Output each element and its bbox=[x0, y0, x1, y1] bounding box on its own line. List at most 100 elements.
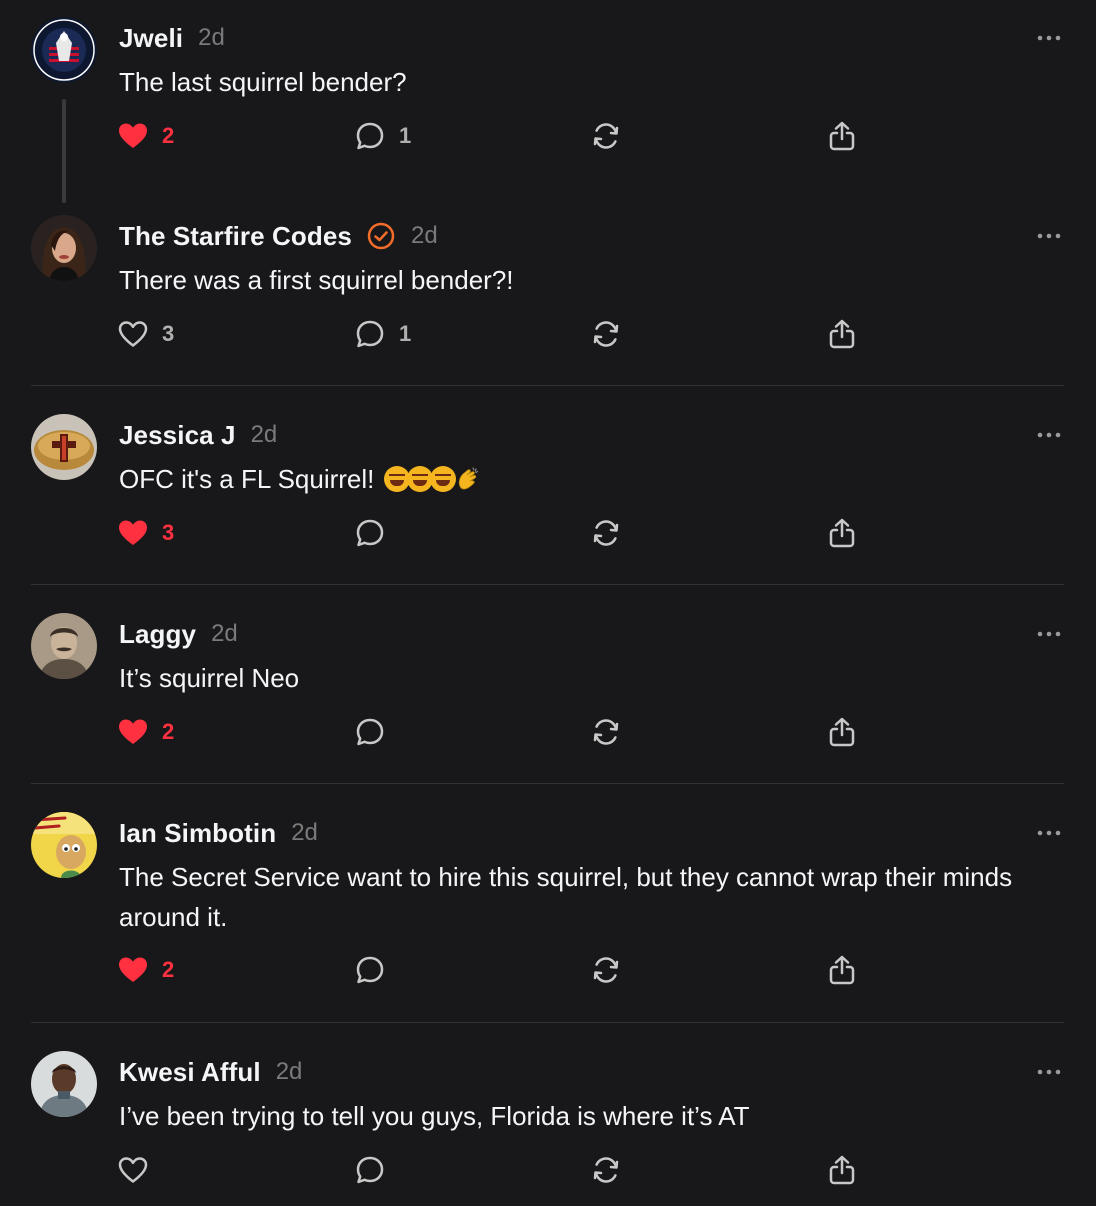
repost-icon bbox=[593, 957, 619, 983]
post-text: I’ve been trying to tell you guys, Flori… bbox=[119, 1101, 750, 1131]
repost-button[interactable] bbox=[591, 1150, 621, 1190]
like-count: 2 bbox=[162, 719, 175, 744]
repost-icon bbox=[593, 1157, 619, 1183]
post-divider bbox=[31, 584, 1064, 585]
share-button[interactable] bbox=[827, 314, 857, 354]
username[interactable]: Jweli bbox=[119, 23, 183, 54]
post-text: OFC it's a FL Squirrel! bbox=[119, 459, 1069, 499]
like-button[interactable] bbox=[118, 1150, 148, 1190]
reply-button[interactable]: 1 bbox=[355, 116, 411, 156]
post-text: The Secret Service want to hire this squ… bbox=[119, 862, 1013, 932]
like-button[interactable]: 2 bbox=[118, 116, 174, 156]
reply-button[interactable] bbox=[355, 1150, 385, 1190]
clap-emoji-icon bbox=[459, 467, 479, 490]
post-time: 2d bbox=[410, 222, 438, 249]
post-text-body: OFC it's a FL Squirrel! bbox=[119, 464, 375, 494]
heart-outline-icon bbox=[118, 1157, 148, 1183]
post-text: There was a first squirrel bender?! bbox=[119, 265, 514, 295]
avatar[interactable] bbox=[31, 1051, 97, 1117]
reply-button[interactable] bbox=[355, 513, 385, 553]
more-options-icon[interactable] bbox=[1034, 29, 1064, 47]
repost-icon bbox=[593, 719, 619, 745]
username[interactable]: Ian Simbotin bbox=[119, 818, 276, 849]
post-time: 2d bbox=[198, 24, 225, 51]
username[interactable]: Laggy bbox=[119, 619, 196, 650]
reply-count: 1 bbox=[399, 123, 412, 148]
share-button[interactable] bbox=[827, 712, 857, 752]
username[interactable]: Kwesi Afful bbox=[119, 1057, 261, 1088]
vintage-portrait-icon bbox=[31, 613, 97, 679]
more-options-icon[interactable] bbox=[1034, 227, 1064, 245]
repost-button[interactable] bbox=[591, 513, 621, 553]
post-divider bbox=[31, 1022, 1064, 1023]
avatar[interactable] bbox=[31, 613, 97, 679]
like-count: 3 bbox=[162, 520, 175, 545]
post-divider bbox=[31, 385, 1064, 386]
share-icon bbox=[829, 319, 855, 349]
comment-icon bbox=[356, 320, 384, 348]
comment-icon bbox=[356, 122, 384, 150]
woman-portrait-icon bbox=[31, 215, 97, 281]
repost-button[interactable] bbox=[591, 950, 621, 990]
share-icon bbox=[829, 518, 855, 548]
share-button[interactable] bbox=[827, 116, 857, 156]
heart-filled-icon bbox=[119, 520, 147, 545]
repost-button[interactable] bbox=[591, 116, 621, 156]
like-count: 2 bbox=[162, 957, 175, 982]
avatar[interactable] bbox=[31, 414, 97, 480]
post-text: It’s squirrel Neo bbox=[119, 663, 300, 693]
post-text: The last squirrel bender? bbox=[119, 67, 407, 97]
heart-filled-icon bbox=[119, 123, 147, 148]
comment-icon bbox=[356, 519, 384, 547]
like-button[interactable]: 2 bbox=[118, 950, 174, 990]
repost-icon bbox=[593, 321, 619, 347]
verified-badge-icon bbox=[367, 222, 395, 250]
avatar[interactable] bbox=[31, 215, 97, 281]
heart-filled-icon bbox=[119, 719, 147, 744]
cross-ring-icon bbox=[31, 414, 97, 480]
more-options-icon[interactable] bbox=[1034, 426, 1064, 444]
like-button[interactable]: 3 bbox=[118, 314, 174, 354]
repost-icon bbox=[593, 123, 619, 149]
reply-button[interactable] bbox=[355, 712, 385, 752]
share-icon bbox=[829, 121, 855, 151]
reply-button[interactable]: 1 bbox=[355, 314, 411, 354]
share-button[interactable] bbox=[827, 513, 857, 553]
like-button[interactable]: 3 bbox=[118, 513, 174, 553]
like-button[interactable]: 2 bbox=[118, 712, 174, 752]
share-icon bbox=[829, 1155, 855, 1185]
eagle-flag-badge-icon bbox=[31, 17, 97, 83]
like-count: 2 bbox=[162, 123, 175, 148]
cartoon-avatar-icon bbox=[31, 812, 97, 878]
share-icon bbox=[829, 717, 855, 747]
heart-outline-icon bbox=[118, 321, 148, 347]
emoji-group bbox=[384, 466, 481, 492]
share-button[interactable] bbox=[827, 1150, 857, 1190]
share-icon bbox=[829, 955, 855, 985]
comment-icon bbox=[356, 1156, 384, 1184]
username[interactable]: Jessica J bbox=[119, 420, 236, 451]
man-portrait-icon bbox=[31, 1051, 97, 1117]
reply-button[interactable] bbox=[355, 950, 385, 990]
more-options-icon[interactable] bbox=[1034, 824, 1064, 842]
post-time: 2d bbox=[275, 1058, 303, 1085]
repost-icon bbox=[593, 520, 619, 546]
avatar[interactable] bbox=[31, 17, 97, 83]
heart-filled-icon bbox=[119, 957, 147, 982]
reply-count: 1 bbox=[399, 321, 412, 346]
more-options-icon[interactable] bbox=[1034, 625, 1064, 643]
username[interactable]: The Starfire Codes bbox=[119, 221, 352, 252]
rofl-emoji-icon bbox=[430, 466, 457, 492]
post-time: 2d bbox=[211, 620, 238, 647]
comment-icon bbox=[356, 956, 384, 984]
share-button[interactable] bbox=[827, 950, 857, 990]
post-divider bbox=[31, 783, 1064, 784]
more-options-icon[interactable] bbox=[1034, 1063, 1064, 1081]
repost-button[interactable] bbox=[591, 314, 621, 354]
like-count: 3 bbox=[162, 321, 175, 346]
avatar[interactable] bbox=[31, 812, 97, 878]
post-time: 2d bbox=[250, 421, 278, 448]
repost-button[interactable] bbox=[591, 712, 621, 752]
post-time: 2d bbox=[291, 819, 318, 846]
comment-icon bbox=[356, 718, 384, 746]
